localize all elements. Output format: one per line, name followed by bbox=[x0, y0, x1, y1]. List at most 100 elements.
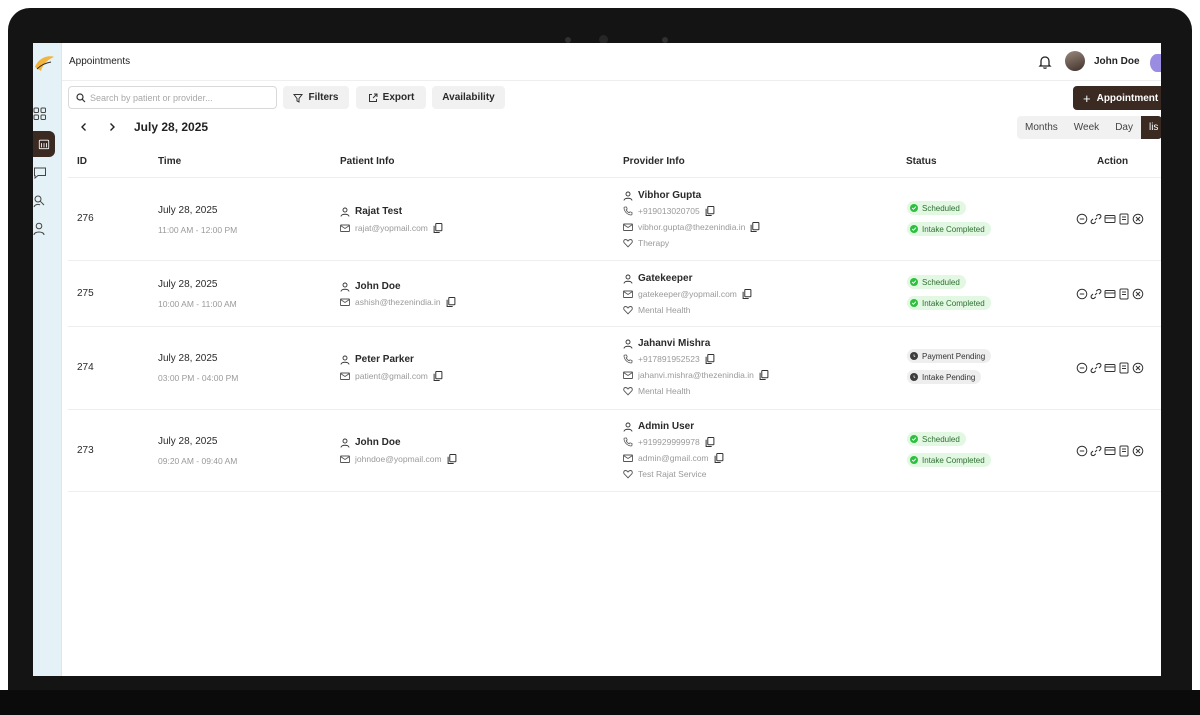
heart-icon bbox=[623, 387, 633, 396]
provider-name-line: Jahanvi Mishra bbox=[623, 338, 710, 349]
grid-icon bbox=[33, 107, 46, 120]
status-badge-pill: Scheduled bbox=[907, 432, 966, 446]
search-input[interactable] bbox=[90, 92, 270, 103]
provider-service-line: Test Rajat Service bbox=[623, 469, 707, 479]
clock-icon bbox=[910, 373, 918, 381]
row-actions bbox=[1076, 445, 1144, 457]
check-icon bbox=[910, 225, 918, 233]
appointment-id: 276 bbox=[77, 213, 94, 224]
mail-icon bbox=[340, 372, 350, 380]
copy-icon[interactable] bbox=[742, 289, 752, 299]
sidebar-item-search-users[interactable] bbox=[33, 191, 55, 211]
payment-badge-pill: Payment Pending bbox=[907, 349, 992, 363]
document-icon[interactable] bbox=[1118, 445, 1130, 457]
provider-phone: +919929999978 bbox=[638, 437, 700, 447]
view-months-tab[interactable]: Months bbox=[1017, 116, 1066, 139]
row-actions bbox=[1076, 213, 1144, 225]
sidebar-item-appointments[interactable] bbox=[33, 131, 55, 157]
provider-name-line: Vibhor Gupta bbox=[623, 190, 701, 201]
next-date-button[interactable] bbox=[104, 119, 120, 135]
user-icon bbox=[340, 438, 350, 448]
provider-phone: +917891952523 bbox=[638, 354, 700, 364]
message-icon[interactable] bbox=[1076, 288, 1088, 300]
col-patient: Patient Info bbox=[340, 156, 395, 167]
row-actions bbox=[1076, 288, 1144, 300]
table-row[interactable]: 275 July 28, 2025 10:00 AM - 11:00 AM Jo… bbox=[68, 261, 1161, 327]
status-badge-pill: Scheduled bbox=[907, 275, 966, 289]
appointment-time: 10:00 AM - 11:00 AM bbox=[158, 299, 237, 309]
purple-widget[interactable] bbox=[1150, 54, 1161, 72]
appointment-time: 09:20 AM - 09:40 AM bbox=[158, 456, 238, 466]
user-search-icon bbox=[33, 195, 45, 208]
bell-icon[interactable] bbox=[1037, 54, 1053, 70]
status-badge: Scheduled bbox=[907, 275, 966, 289]
message-icon[interactable] bbox=[1076, 213, 1088, 225]
cancel-icon[interactable] bbox=[1132, 445, 1144, 457]
avatar[interactable] bbox=[1065, 51, 1085, 71]
cancel-icon[interactable] bbox=[1132, 213, 1144, 225]
document-icon[interactable] bbox=[1118, 362, 1130, 374]
document-icon[interactable] bbox=[1118, 288, 1130, 300]
provider-service-line: Therapy bbox=[623, 238, 669, 248]
card-icon[interactable] bbox=[1104, 362, 1116, 374]
add-appointment-label: Appointment bbox=[1096, 92, 1159, 104]
copy-icon[interactable] bbox=[705, 354, 715, 364]
sidebar-item-messages[interactable] bbox=[33, 163, 55, 183]
message-icon[interactable] bbox=[1076, 362, 1088, 374]
message-icon[interactable] bbox=[1076, 445, 1088, 457]
copy-icon[interactable] bbox=[433, 223, 443, 233]
cancel-icon[interactable] bbox=[1132, 362, 1144, 374]
availability-button[interactable]: Availability bbox=[432, 86, 505, 109]
status-badge: Scheduled bbox=[907, 432, 966, 446]
view-day-tab[interactable]: Day bbox=[1107, 116, 1141, 139]
chevron-left-icon bbox=[81, 123, 86, 131]
view-list-tab[interactable]: lis bbox=[1140, 116, 1161, 139]
provider-email-line: jahanvi.mishra@thezenindia.in bbox=[623, 370, 769, 380]
link-icon[interactable] bbox=[1090, 288, 1102, 300]
link-icon[interactable] bbox=[1090, 362, 1102, 374]
table-row[interactable]: 276 July 28, 2025 11:00 AM - 12:00 PM Ra… bbox=[68, 178, 1161, 261]
copy-icon[interactable] bbox=[447, 454, 457, 464]
copy-icon[interactable] bbox=[705, 206, 715, 216]
link-icon[interactable] bbox=[1090, 213, 1102, 225]
add-appointment-button[interactable]: + Appointment bbox=[1073, 86, 1161, 110]
cancel-icon[interactable] bbox=[1132, 288, 1144, 300]
copy-icon[interactable] bbox=[446, 297, 456, 307]
prev-date-button[interactable] bbox=[76, 119, 92, 135]
document-icon[interactable] bbox=[1118, 213, 1130, 225]
intake-badge: Intake Pending bbox=[907, 370, 982, 384]
col-provider: Provider Info bbox=[623, 156, 685, 167]
copy-icon[interactable] bbox=[750, 222, 760, 232]
filters-button[interactable]: Filters bbox=[283, 86, 349, 109]
card-icon[interactable] bbox=[1104, 445, 1116, 457]
main-content: Appointments John Doe Filters Export Ava… bbox=[62, 43, 1161, 676]
view-week-tab[interactable]: Week bbox=[1066, 116, 1107, 139]
card-icon[interactable] bbox=[1104, 213, 1116, 225]
plus-icon: + bbox=[1083, 90, 1091, 106]
sidebar-item-dashboard[interactable] bbox=[33, 104, 55, 124]
table-row[interactable]: 274 July 28, 2025 03:00 PM - 04:00 PM Pe… bbox=[68, 327, 1161, 410]
table-row[interactable]: 273 July 28, 2025 09:20 AM - 09:40 AM Jo… bbox=[68, 410, 1161, 492]
export-button[interactable]: Export bbox=[356, 86, 426, 109]
laptop-base bbox=[0, 690, 1200, 715]
sidebar bbox=[33, 43, 62, 676]
intake-badge-pill: Intake Completed bbox=[907, 453, 991, 467]
check-icon bbox=[910, 456, 918, 464]
user-icon bbox=[33, 222, 45, 236]
copy-icon[interactable] bbox=[714, 453, 724, 463]
chat-icon bbox=[34, 167, 46, 180]
provider-name: Jahanvi Mishra bbox=[638, 338, 711, 349]
appointment-date: July 28, 2025 bbox=[158, 353, 218, 364]
provider-email: admin@gmail.com bbox=[638, 453, 709, 463]
link-icon[interactable] bbox=[1090, 445, 1102, 457]
sidebar-item-profile[interactable] bbox=[33, 219, 55, 239]
appointment-date: July 28, 2025 bbox=[158, 436, 218, 447]
copy-icon[interactable] bbox=[433, 371, 443, 381]
copy-icon[interactable] bbox=[759, 370, 769, 380]
provider-phone: +919013020705 bbox=[638, 206, 700, 216]
user-name[interactable]: John Doe bbox=[1094, 56, 1140, 67]
card-icon[interactable] bbox=[1104, 288, 1116, 300]
heart-icon bbox=[623, 470, 633, 479]
copy-icon[interactable] bbox=[705, 437, 715, 447]
search-box[interactable] bbox=[68, 86, 277, 109]
